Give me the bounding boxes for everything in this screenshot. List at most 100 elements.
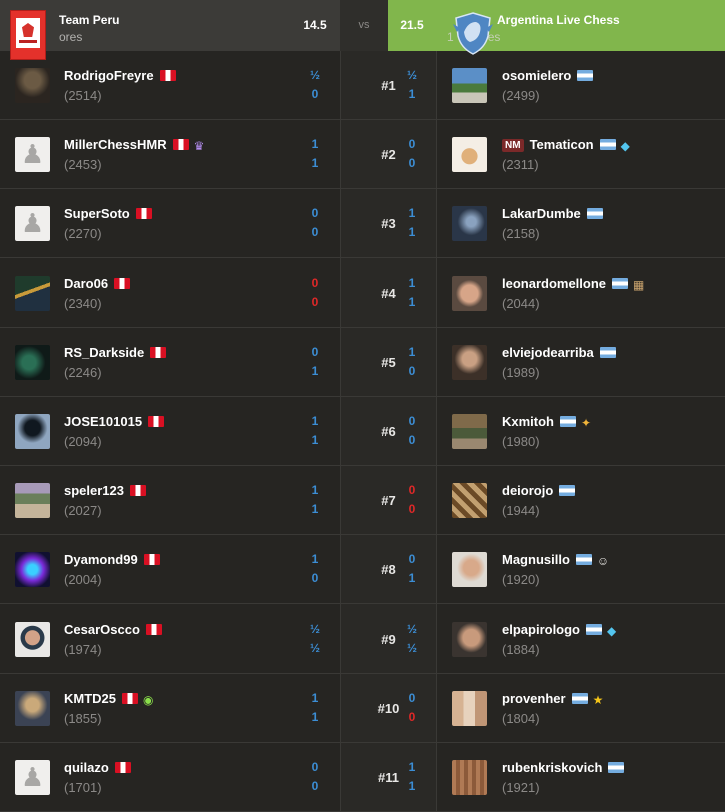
- right-player-name[interactable]: deiorojo: [502, 483, 576, 498]
- right-game-result[interactable]: 0: [397, 552, 427, 566]
- right-game-result[interactable]: 0: [397, 710, 427, 724]
- player-username[interactable]: SuperSoto: [64, 206, 130, 221]
- player-username[interactable]: speler123: [64, 483, 124, 498]
- left-player-name[interactable]: quilazo: [64, 760, 131, 775]
- left-game-result[interactable]: 1: [300, 691, 330, 705]
- player-username[interactable]: JOSE101015: [64, 414, 142, 429]
- right-player-name[interactable]: provenher ★: [502, 691, 603, 707]
- player-avatar[interactable]: [15, 690, 50, 726]
- right-game-result[interactable]: 1: [397, 779, 427, 793]
- player-username[interactable]: Magnusillo: [502, 552, 570, 567]
- right-game-result[interactable]: 1: [397, 345, 427, 359]
- player-avatar[interactable]: [452, 68, 487, 103]
- right-game-result[interactable]: 1: [397, 206, 427, 220]
- right-game-result[interactable]: 0: [397, 364, 427, 378]
- board-row[interactable]: MillerChessHMR♛(2453)11#200NMTematicon◆(…: [0, 120, 725, 190]
- player-username[interactable]: CesarOscco: [64, 622, 140, 637]
- right-player-name[interactable]: osomielero: [502, 68, 594, 83]
- left-game-result[interactable]: 1: [300, 156, 330, 170]
- player-username[interactable]: Tematicon: [530, 137, 594, 152]
- player-username[interactable]: leonardomellone: [502, 276, 606, 291]
- left-game-result[interactable]: 1: [300, 137, 330, 151]
- player-avatar[interactable]: [15, 483, 50, 519]
- left-game-result[interactable]: 1: [300, 502, 330, 516]
- right-game-result[interactable]: 0: [397, 156, 427, 170]
- player-avatar[interactable]: [452, 206, 487, 242]
- board-row[interactable]: RS_Darkside (2246) 0 1 #5 1 0 elviejodearriba (1…: [0, 328, 725, 397]
- board-row[interactable]: quilazo(1701)00#1111rubenkriskovich(1921…: [0, 743, 725, 812]
- left-player-name[interactable]: speler123: [64, 483, 146, 498]
- left-game-result[interactable]: ½: [300, 641, 330, 655]
- player-username[interactable]: RS_Darkside: [64, 345, 144, 360]
- player-avatar[interactable]: [452, 760, 487, 795]
- left-game-result[interactable]: 0: [300, 295, 330, 309]
- right-player-name[interactable]: Magnusillo ☺: [502, 552, 609, 568]
- right-player-name[interactable]: elpapirologo ◆: [502, 622, 616, 638]
- player-avatar[interactable]: [15, 275, 50, 311]
- player-avatar[interactable]: [15, 344, 50, 380]
- player-username[interactable]: KMTD25: [64, 691, 116, 706]
- player-avatar[interactable]: [452, 137, 487, 173]
- right-game-result[interactable]: 1: [397, 571, 427, 585]
- left-game-result[interactable]: 0: [300, 571, 330, 585]
- left-game-result[interactable]: ½: [300, 622, 330, 636]
- player-username[interactable]: LakarDumbe: [502, 206, 581, 221]
- board-row[interactable]: speler123 (2027) 1 1 #7 0 0 deiorojo (1944): [0, 466, 725, 536]
- right-game-result[interactable]: 0: [397, 414, 427, 428]
- right-player-name[interactable]: Kxmitoh ✦: [502, 414, 591, 430]
- right-player-name[interactable]: rubenkriskovich: [502, 760, 625, 775]
- player-avatar[interactable]: [15, 414, 50, 449]
- left-game-result[interactable]: 1: [300, 433, 330, 447]
- left-player-name[interactable]: MillerChessHMR ♛: [64, 137, 204, 153]
- left-game-result[interactable]: 1: [300, 483, 330, 497]
- board-row[interactable]: CesarOscco (1974) ½ ½ #9 ½ ½ elpapirologo ◆ (1884…: [0, 605, 725, 674]
- player-avatar[interactable]: [452, 690, 487, 726]
- left-game-result[interactable]: 1: [300, 552, 330, 566]
- board-row[interactable]: RodrigoFreyre (2514) ½ 0 #1 ½ 1 osomielero (2499…: [0, 51, 725, 120]
- player-avatar[interactable]: [452, 414, 487, 449]
- left-team-name[interactable]: Team Peru: [59, 13, 119, 27]
- left-game-result[interactable]: 1: [300, 414, 330, 428]
- player-username[interactable]: quilazo: [64, 760, 109, 775]
- right-player-name[interactable]: LakarDumbe: [502, 206, 603, 221]
- default-pawn-avatar[interactable]: [15, 206, 50, 242]
- left-game-result[interactable]: 1: [300, 364, 330, 378]
- right-game-result[interactable]: 0: [397, 691, 427, 705]
- board-row[interactable]: Daro06 (2340) 0 0 #4 1 1 leonardomellone ▦ (2044): [0, 259, 725, 328]
- right-game-result[interactable]: 0: [397, 502, 427, 516]
- player-avatar[interactable]: [452, 552, 487, 588]
- player-username[interactable]: elpapirologo: [502, 622, 580, 637]
- left-team-header[interactable]: Team Peru ores 14.5: [0, 0, 340, 60]
- player-username[interactable]: rubenkriskovich: [502, 760, 602, 775]
- left-game-result[interactable]: ½: [300, 68, 330, 82]
- player-username[interactable]: RodrigoFreyre: [64, 68, 154, 83]
- left-player-name[interactable]: JOSE101015: [64, 414, 165, 429]
- player-avatar[interactable]: [452, 483, 487, 519]
- player-avatar[interactable]: [452, 275, 487, 311]
- left-game-result[interactable]: 0: [300, 345, 330, 359]
- left-player-name[interactable]: CesarOscco: [64, 622, 162, 637]
- right-game-result[interactable]: 0: [397, 137, 427, 151]
- left-game-result[interactable]: 0: [300, 779, 330, 793]
- left-game-result[interactable]: 0: [300, 276, 330, 290]
- left-game-result[interactable]: 0: [300, 87, 330, 101]
- left-player-name[interactable]: Daro06: [64, 276, 131, 291]
- right-player-name[interactable]: elviejodearriba: [502, 345, 616, 360]
- left-player-name[interactable]: RodrigoFreyre: [64, 68, 176, 83]
- right-game-result[interactable]: 0: [397, 433, 427, 447]
- right-game-result[interactable]: ½: [397, 622, 427, 636]
- player-avatar[interactable]: [452, 621, 487, 657]
- right-game-result[interactable]: ½: [397, 641, 427, 655]
- player-username[interactable]: MillerChessHMR: [64, 137, 167, 152]
- default-pawn-avatar[interactable]: [15, 137, 50, 173]
- right-player-name[interactable]: NM Tematicon ◆: [502, 137, 630, 153]
- board-row[interactable]: JOSE101015 (2094) 1 1 #6 0 0 Kxmitoh ✦ (1980): [0, 397, 725, 466]
- left-player-name[interactable]: SuperSoto: [64, 206, 152, 221]
- right-game-result[interactable]: 1: [397, 225, 427, 239]
- right-game-result[interactable]: 1: [397, 276, 427, 290]
- right-team-name[interactable]: Argentina Live Chess: [497, 13, 620, 27]
- player-username[interactable]: osomielero: [502, 68, 571, 83]
- right-game-result[interactable]: 1: [397, 760, 427, 774]
- board-row[interactable]: Dyamond99 (2004) 1 0 #8 0 1 Magnusillo ☺ (1920): [0, 535, 725, 605]
- left-game-result[interactable]: 0: [300, 760, 330, 774]
